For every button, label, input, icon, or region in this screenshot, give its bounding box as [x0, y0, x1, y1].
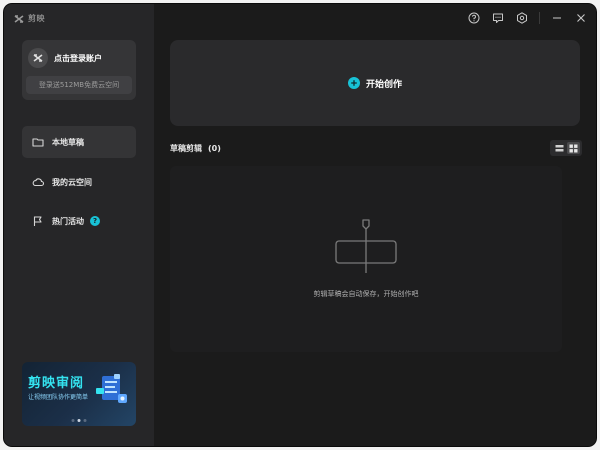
- nav-item-cloud-space[interactable]: 我的云空间: [22, 166, 136, 198]
- nav-item-local-drafts[interactable]: 本地草稿: [22, 126, 136, 158]
- login-title[interactable]: 点击登录账户: [54, 53, 102, 64]
- drafts-count: (0): [208, 144, 221, 153]
- avatar[interactable]: [28, 48, 48, 68]
- help-badge[interactable]: ?: [90, 216, 100, 226]
- drafts-empty-state: 剪辑草稿会自动保存，开始创作吧: [170, 166, 562, 352]
- banner-pagination: [71, 419, 87, 422]
- feedback-icon[interactable]: [491, 11, 505, 25]
- pagination-dot-active[interactable]: [77, 419, 81, 422]
- plus-icon: [347, 77, 360, 89]
- nav-label: 热门活动: [52, 216, 84, 226]
- start-creating-content: 开始创作: [347, 77, 402, 90]
- logo-icon: [14, 14, 24, 23]
- user-logo-icon: [33, 54, 43, 62]
- close-icon[interactable]: [574, 11, 588, 25]
- minimize-icon[interactable]: [550, 11, 564, 25]
- view-mode-toggle: [550, 140, 582, 156]
- banner-title: 剪映审阅: [28, 376, 85, 391]
- timeline-placeholder-icon: [335, 219, 397, 273]
- login-card[interactable]: 点击登录账户 登录送512MB免费云空间: [22, 40, 136, 100]
- banner-subtitle: 让视频团队协作更简单: [28, 394, 89, 401]
- cloud-icon: [32, 176, 44, 188]
- list-view-icon[interactable]: [553, 142, 566, 154]
- start-creating-label: 开始创作: [365, 79, 402, 90]
- nav-item-hot-events[interactable]: 热门活动 ?: [22, 205, 136, 237]
- pagination-dot[interactable]: [83, 419, 87, 422]
- titlebar-divider: [539, 12, 540, 24]
- help-icon[interactable]: [467, 11, 481, 25]
- grid-view-icon[interactable]: [566, 142, 580, 154]
- flag-icon: [32, 215, 44, 227]
- drafts-header: 草稿剪辑 (0): [170, 143, 221, 154]
- app-logo: 剪映: [14, 13, 45, 24]
- nav-label: 我的云空间: [52, 177, 92, 187]
- folder-icon: [32, 136, 44, 148]
- drafts-title: 草稿剪辑: [170, 144, 202, 153]
- sidebar: 剪映 点击登录账户 登录送512MB免费云空间 本地草稿 我的云空间 热门活动 …: [4, 4, 154, 446]
- empty-state-text: 剪辑草稿会自动保存，开始创作吧: [313, 290, 419, 298]
- window-controls: [467, 11, 588, 25]
- start-creating-button[interactable]: 开始创作: [170, 40, 580, 126]
- login-promo[interactable]: 登录送512MB免费云空间: [26, 76, 132, 94]
- main-panel: 开始创作 草稿剪辑 (0) 剪辑草稿会自动保存，开始创作吧: [154, 4, 596, 446]
- nav-label: 本地草稿: [52, 137, 84, 147]
- app-name: 剪映: [28, 14, 45, 23]
- document-illustration-icon: [96, 374, 127, 403]
- promo-banner[interactable]: 剪映审阅 让视频团队协作更简单: [22, 362, 136, 426]
- settings-icon[interactable]: [515, 11, 529, 25]
- app-window: 剪映 点击登录账户 登录送512MB免费云空间 本地草稿 我的云空间 热门活动 …: [4, 4, 596, 446]
- pagination-dot[interactable]: [71, 419, 75, 422]
